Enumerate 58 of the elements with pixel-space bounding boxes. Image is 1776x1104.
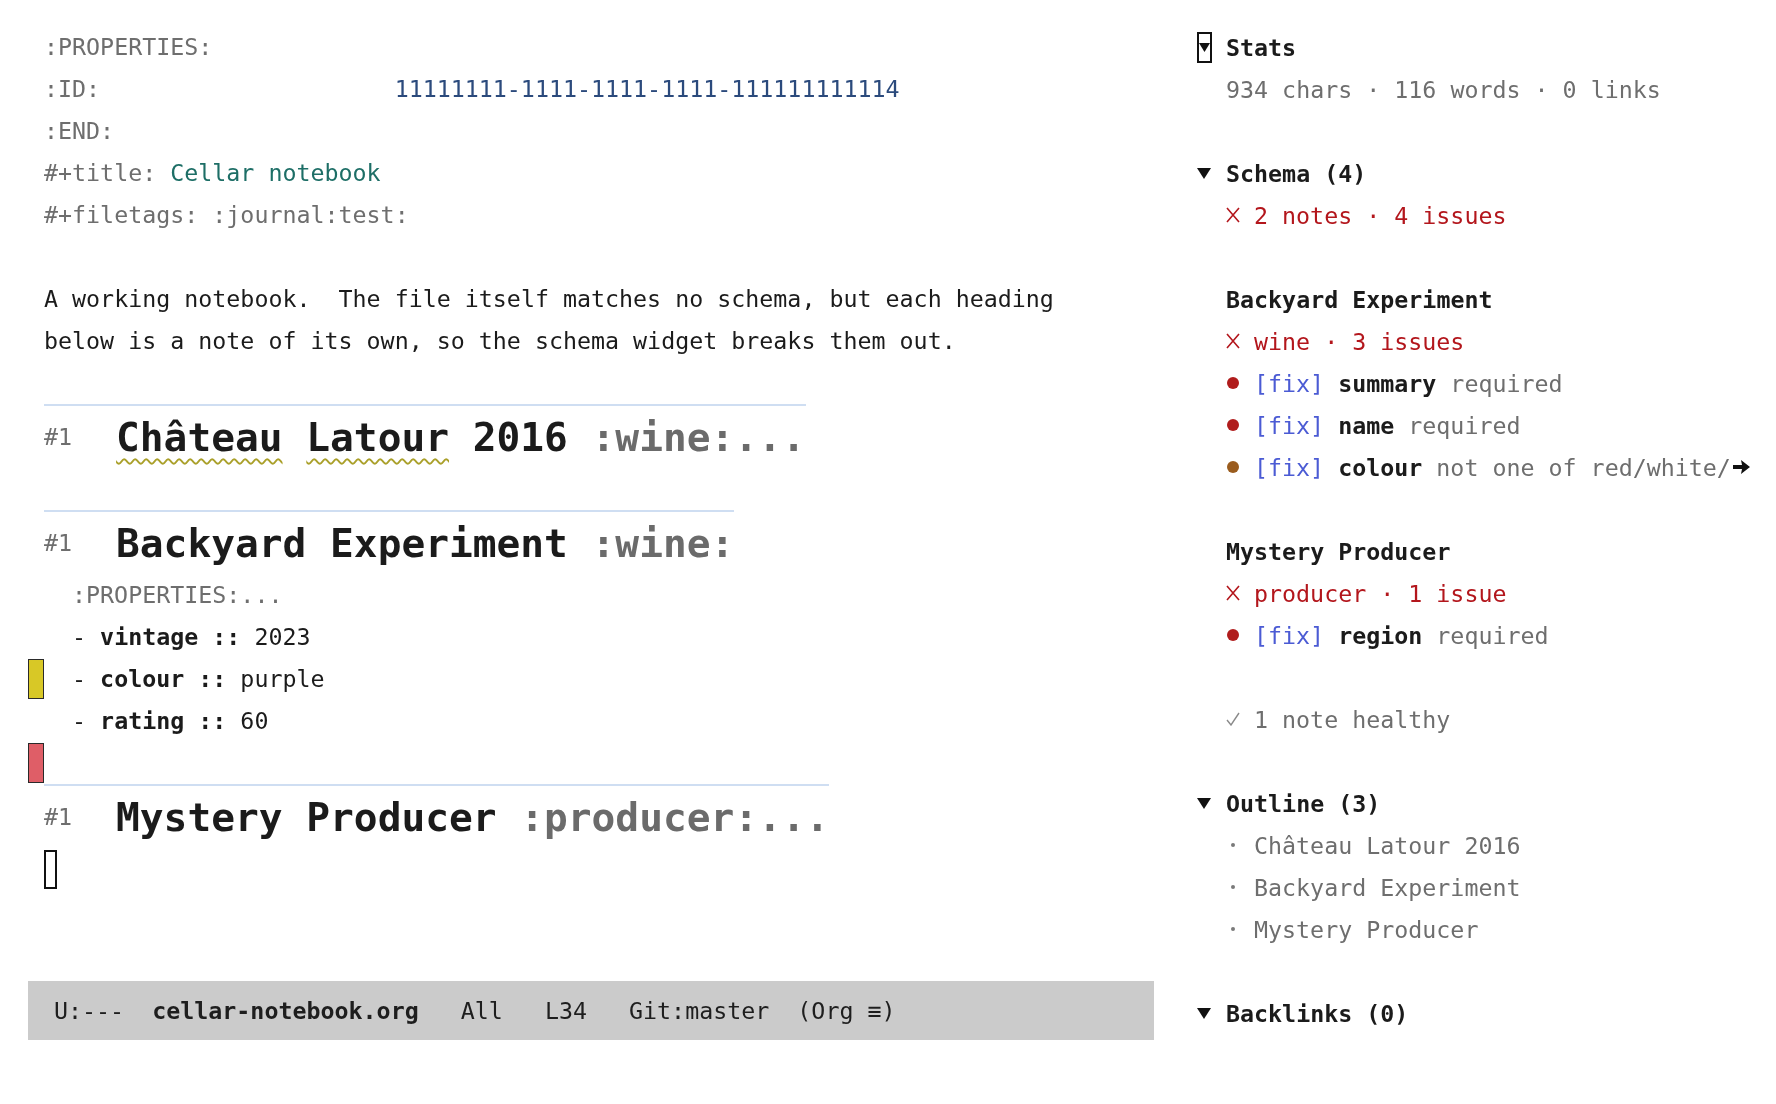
- disclosure-triangle-icon[interactable]: [1197, 797, 1211, 809]
- heading-level: #1: [44, 422, 73, 452]
- document-title: Cellar notebook: [170, 158, 381, 188]
- disclosure-triangle-icon[interactable]: [1197, 1007, 1211, 1019]
- note-summary: producer · 1 issue: [1254, 579, 1507, 607]
- heading-tags: :wine:: [591, 512, 735, 574]
- buffer-name: cellar-notebook.org: [152, 997, 419, 1024]
- heading-title: Château Latour 2016: [116, 413, 568, 462]
- healthy-summary: 1 note healthy: [1254, 705, 1451, 733]
- disclosure-triangle-icon[interactable]: [1197, 167, 1211, 179]
- issue-message: colour not one of red/white/: [1338, 453, 1731, 481]
- drawer-line: :END:: [44, 116, 115, 146]
- issue-message: region required: [1338, 621, 1549, 649]
- heading-level: #1: [44, 802, 73, 832]
- mode-line-state: U:---: [54, 997, 125, 1024]
- property-key: :ID:: [44, 75, 101, 102]
- bullet-icon: [1231, 843, 1235, 847]
- drawer-line: :PROPERTIES:: [44, 32, 213, 62]
- fix-link[interactable]: [fix]: [1254, 369, 1325, 397]
- fix-link[interactable]: [fix]: [1254, 621, 1325, 649]
- outline-item[interactable]: Backyard Experiment: [1254, 873, 1521, 901]
- heading-tags: :wine:...: [591, 406, 806, 468]
- note-title: Backyard Experiment: [1226, 285, 1493, 313]
- schema-summary: 2 notes · 4 issues: [1254, 201, 1507, 229]
- issue-message: summary required: [1338, 369, 1563, 397]
- issue-message: name required: [1338, 411, 1521, 439]
- line-number: L34: [544, 997, 587, 1024]
- disclosure-triangle-icon[interactable]: [1199, 42, 1210, 52]
- list-item: - rating :: 60: [72, 706, 269, 736]
- bullet-icon: [1231, 885, 1235, 889]
- note-title: Mystery Producer: [1226, 537, 1451, 565]
- paragraph: A working notebook. The file itself matches no schema, but each heading below is a note of its own, so the schema widget breaks them out.: [44, 284, 1054, 356]
- keyword-key: #+filetags:: [44, 194, 199, 236]
- text-cursor: [44, 849, 57, 889]
- keyword-key: #+title:: [44, 152, 157, 194]
- git-branch: Git:master: [629, 997, 770, 1024]
- folded-drawer[interactable]: :PROPERTIES:...: [72, 574, 283, 616]
- heading-title: Mystery Producer: [116, 793, 497, 842]
- heading-tags: :producer:...: [520, 786, 830, 848]
- bullet-icon: [1231, 927, 1235, 931]
- property-value: 11111111-1111-1111-1111-111111111114: [394, 74, 900, 104]
- section-title: Outline (3): [1226, 789, 1381, 817]
- keyword-value: :journal:test:: [212, 200, 409, 230]
- section-title: Schema (4): [1226, 159, 1367, 187]
- fix-link[interactable]: [fix]: [1254, 411, 1325, 439]
- stats-summary: 934 chars · 116 words · 0 links: [1226, 75, 1661, 103]
- list-item: - vintage :: 2023: [72, 622, 311, 652]
- buffer-position: All: [460, 997, 503, 1024]
- section-title: Stats: [1226, 33, 1297, 61]
- note-summary: wine · 3 issues: [1254, 327, 1465, 355]
- heading-level: #1: [44, 528, 73, 558]
- fix-link[interactable]: [fix]: [1254, 453, 1325, 481]
- outline-item[interactable]: Château Latour 2016: [1254, 831, 1521, 859]
- major-mode: (Org ≡): [797, 997, 896, 1024]
- heading-title: Backyard Experiment: [116, 519, 568, 568]
- list-item: - colour :: purple: [72, 664, 325, 694]
- section-title: Backlinks (0): [1226, 999, 1409, 1027]
- outline-item[interactable]: Mystery Producer: [1254, 915, 1479, 943]
